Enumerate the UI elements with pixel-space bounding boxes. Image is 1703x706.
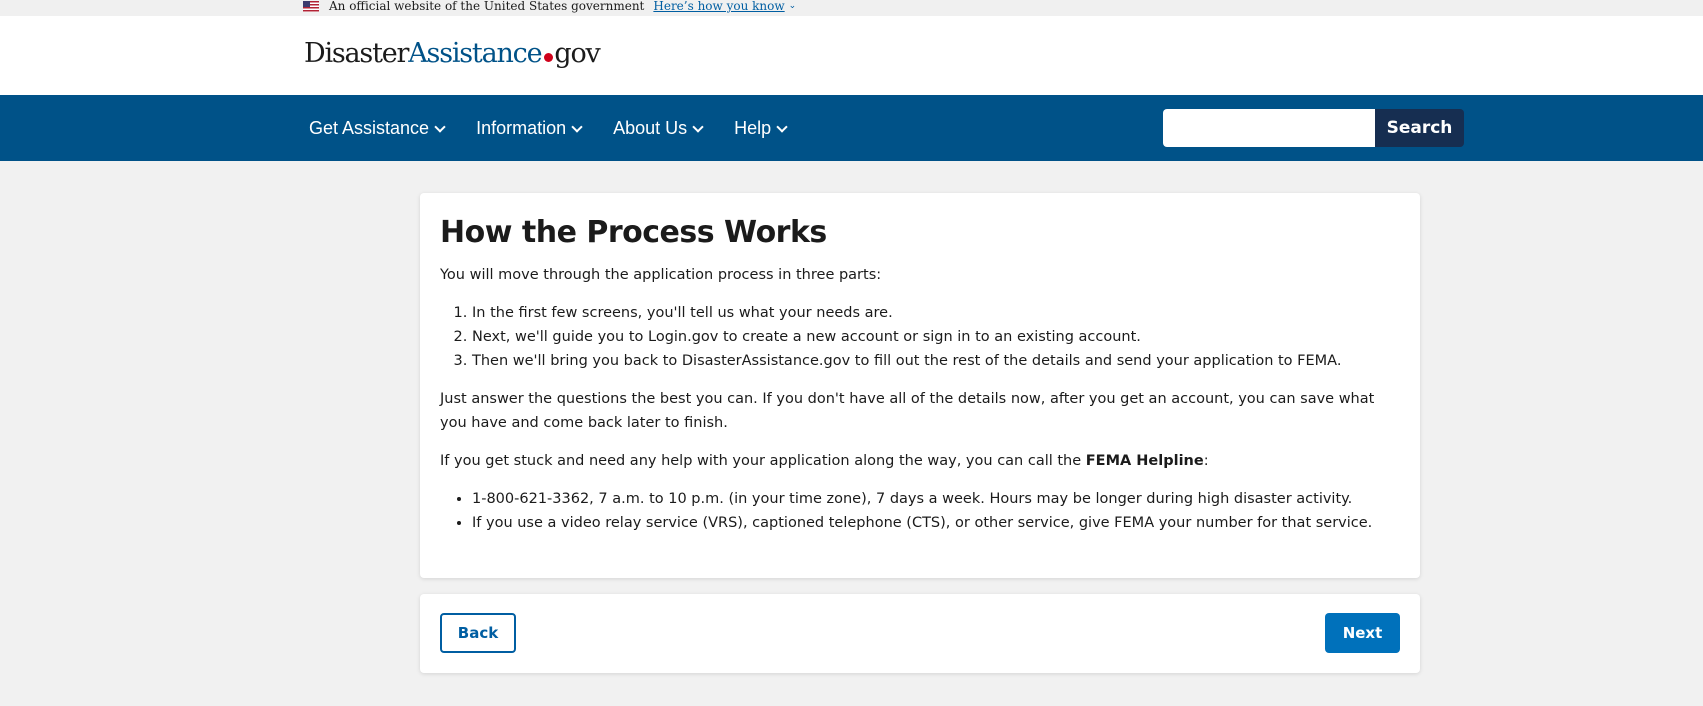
fema-helpline-label: FEMA Helpline [1085, 453, 1204, 469]
list-item: 1-800-621-3362, 7 a.m. to 10 p.m. (in yo… [472, 487, 1400, 511]
list-item: Next, we'll guide you to Login.gov to cr… [472, 325, 1400, 349]
logo-dot-icon [544, 53, 554, 62]
nav-item-get-assistance[interactable]: Get Assistance [309, 117, 446, 139]
nav-item-help[interactable]: Help [734, 117, 788, 139]
intro-text: You will move through the application pr… [440, 267, 882, 283]
us-flag-icon [303, 0, 319, 12]
helpline-text-after: : [1203, 453, 1209, 469]
main-navigation: Get Assistance Information About Us Help… [0, 95, 1703, 161]
nav-item-information[interactable]: Information [476, 117, 583, 139]
search-button[interactable]: Search [1375, 109, 1464, 147]
list-item: If you use a video relay service (VRS), … [472, 511, 1400, 535]
logo-text-disaster: Disaster [304, 38, 409, 69]
nav-item-about-us[interactable]: About Us [613, 117, 704, 139]
chevron-down-icon [571, 120, 583, 133]
official-gov-banner: An official website of the United States… [0, 0, 1703, 16]
heres-how-you-know-link[interactable]: Here’s how you know [653, 0, 784, 12]
site-header: Disaster Assistance gov [0, 16, 1703, 95]
chevron-down-icon[interactable]: ⌄ [789, 0, 797, 12]
answer-questions-text: Just answer the questions the best you c… [440, 391, 1375, 431]
nav-item-label: Information [476, 117, 567, 138]
back-button[interactable]: Back [440, 613, 516, 653]
banner-text: An official website of the United States… [329, 0, 645, 13]
helpline-intro-text: If you get stuck and need any help with … [440, 449, 1400, 473]
chevron-down-icon [692, 120, 704, 133]
search-input[interactable] [1163, 109, 1375, 147]
helpline-text-before: If you get stuck and need any help with … [440, 453, 1086, 469]
chevron-down-icon [434, 120, 446, 133]
navigation-buttons-card: Back Next [420, 594, 1420, 673]
chevron-down-icon [776, 120, 788, 133]
page: An official website of the United States… [0, 0, 1703, 706]
search-form: Search [1163, 109, 1464, 147]
logo-text-assistance: Assistance [408, 38, 542, 69]
nav-item-label: Help [734, 117, 772, 138]
next-button[interactable]: Next [1325, 613, 1400, 653]
list-item: In the first few screens, you'll tell us… [472, 301, 1400, 325]
site-logo[interactable]: Disaster Assistance gov [304, 38, 601, 69]
page-title: How the Process Works [440, 215, 827, 250]
list-item: Then we'll bring you back to DisasterAss… [472, 349, 1400, 373]
logo-text-gov: gov [554, 38, 600, 69]
steps-list: In the first few screens, you'll tell us… [440, 301, 1400, 373]
nav-item-label: About Us [613, 117, 688, 138]
nav-item-label: Get Assistance [309, 117, 430, 138]
helpline-list: 1-800-621-3362, 7 a.m. to 10 p.m. (in yo… [440, 487, 1400, 535]
process-info-card: How the Process Works You will move thro… [420, 193, 1420, 578]
